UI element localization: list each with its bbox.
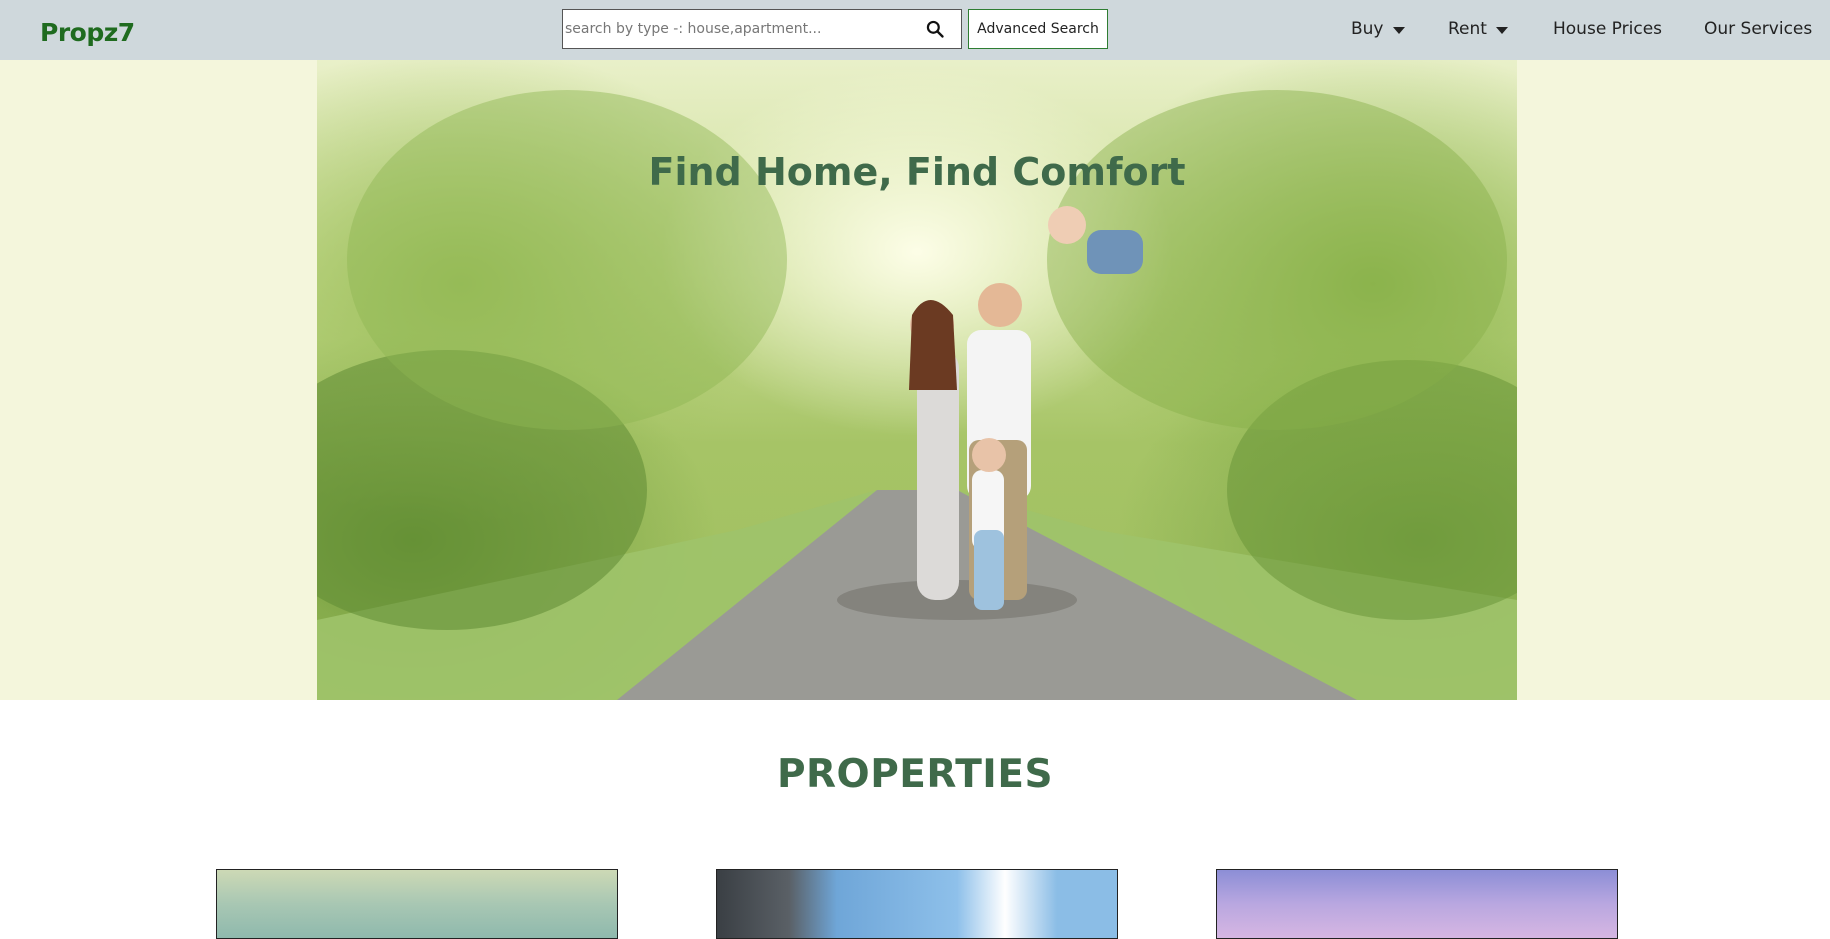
site-logo[interactable]: Propz7 xyxy=(40,18,135,47)
property-card[interactable] xyxy=(1216,869,1618,939)
advanced-search-button[interactable]: Advanced Search xyxy=(968,9,1108,49)
caret-down-icon xyxy=(1495,26,1508,34)
nav-rent-label: Rent xyxy=(1448,19,1487,39)
search-icon[interactable] xyxy=(925,19,945,39)
search-input[interactable] xyxy=(563,10,913,48)
nav-house-prices-link[interactable]: House Prices xyxy=(1553,19,1662,39)
nav-rent-dropdown[interactable]: Rent xyxy=(1448,19,1508,39)
caret-down-icon xyxy=(1392,26,1405,34)
nav-buy-dropdown[interactable]: Buy xyxy=(1351,19,1405,39)
navbar: Propz7 Advanced Search Buy Rent House Pr… xyxy=(0,0,1830,60)
nav-our-services-link[interactable]: Our Services xyxy=(1704,19,1812,39)
property-card[interactable] xyxy=(716,869,1118,939)
nav-buy-label: Buy xyxy=(1351,19,1384,39)
property-card[interactable] xyxy=(216,869,618,939)
hero-title: Find Home, Find Comfort xyxy=(648,150,1186,194)
properties-title: PROPERTIES xyxy=(776,752,1054,797)
search-bar xyxy=(562,9,962,49)
